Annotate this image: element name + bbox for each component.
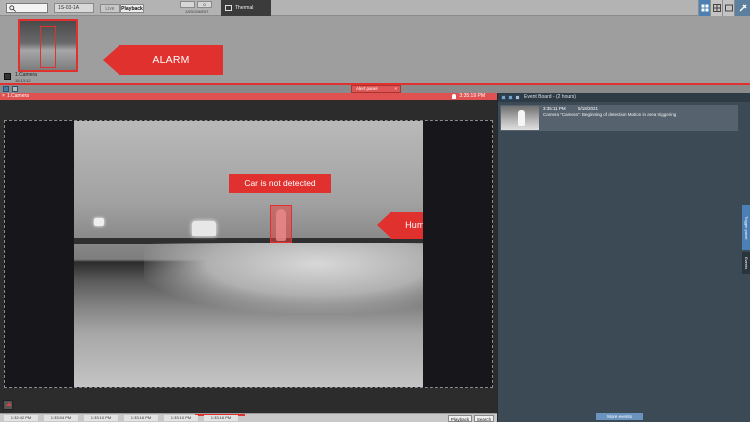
filter-icon[interactable] [515,95,520,100]
person-silhouette [518,110,525,126]
arrow-left-icon [103,45,120,75]
single-view-icon [724,4,733,12]
alert-tab-label: Alert panel [356,86,378,91]
timeline-tick: 1:33:04 PM [44,415,78,421]
panel-bar: Alert panel × [0,85,750,93]
timeline-tick: 1:33:16 PM [124,415,158,421]
timeline[interactable]: 1:32:42 PM 1:33:04 PM 1:33:10 PM 1:33:16… [0,413,497,422]
search-icon [9,5,16,12]
event-date: 5/18/2021 [578,106,599,111]
distant-vehicle [94,218,104,226]
human-detection-box[interactable] [270,205,292,243]
camera-timestamp: 3:35:19 PM [459,93,485,99]
snow-pile [144,243,423,313]
timeline-tick: 1:32:42 PM [4,415,38,421]
panel-toggle-icon[interactable] [3,86,9,92]
grid-icon [701,4,708,12]
timeline-tick: 1:33:10 PM [164,415,198,421]
single-view-button[interactable] [722,0,734,16]
assignment-label: ASSIGNMENT [185,10,209,14]
camera-icon [4,73,11,80]
timeline-tick: 1:33:16 PM [204,415,238,421]
tools-button[interactable] [734,0,750,16]
camera-title: 1.Camera [7,93,29,99]
grid-4-button[interactable] [698,0,710,16]
arrow-left-icon [377,212,391,238]
human-detected-label: Human detected [390,212,423,239]
playback-button[interactable]: Playback [448,415,472,422]
assignment-control: 0 ASSIGNMENT [180,0,214,16]
search-box[interactable] [6,3,48,13]
alarm-bell-icon[interactable] [452,94,456,99]
top-toolbar: 1S-03-1A Live Playback 0 ASSIGNMENT Ther… [0,0,750,27]
camera-header: × 1.Camera 3:35:19 PM [0,93,497,100]
event-time: 3:35:11 PM [543,106,566,111]
tab-alert-panel[interactable]: Alert panel × [351,85,401,93]
thermal-video-feed[interactable]: Car is not detected Human detected [74,121,423,387]
grid-icon[interactable] [501,95,506,100]
split-view-icon [712,4,721,12]
event-thumbnail [501,106,539,130]
event-board-title: Event Board - (2 hours) [524,94,576,100]
layout-selector[interactable]: 1S-03-1A [54,3,94,13]
alarm-callout-label: ALARM TRIGGERED [119,45,223,96]
list-icon[interactable] [508,95,513,100]
camera-close-icon[interactable]: × [2,93,5,100]
event-description: Camera "Camera": Beginning of detection … [543,112,677,117]
view-switcher [698,0,750,16]
search-input[interactable] [17,4,47,12]
tab-trigger-panel[interactable]: Trigger panel [742,205,750,250]
detection-zone [40,26,56,68]
layout-icon [225,5,232,11]
live-mode-button[interactable]: Live [100,4,120,13]
alarm-triggered-callout: ALARM TRIGGERED [103,45,223,96]
event-board-header: Event Board - (2 hours) [498,93,750,102]
more-events-button[interactable]: More events [596,413,643,420]
close-icon[interactable]: × [394,86,397,92]
search-button[interactable]: Search [474,415,494,422]
human-detected-callout: Human detected [377,212,423,239]
playback-mode-button[interactable]: Playback [120,4,144,13]
car-heat-signature [192,221,216,236]
alarm-thumbnail[interactable] [18,19,78,72]
camera-panel: × 1.Camera 3:35:19 PM Car is not detecte… [0,93,497,422]
timeline-tick: 1:33:10 PM [84,415,118,421]
event-item[interactable]: 3:35:11 PM 5/18/2021 Camera "Camera": Be… [500,105,738,131]
car-not-detected-label: Car is not detected [229,174,331,193]
tab-thermal-cameras[interactable]: Thermal Cameras [221,0,271,27]
tab-events[interactable]: Events [742,252,750,274]
grid-split-button[interactable] [710,0,722,16]
home-icon[interactable] [3,400,13,410]
panel-layout-icon[interactable] [12,86,18,92]
assignment-input-2[interactable]: 0 [197,1,212,8]
tools-icon [739,4,746,12]
event-board: Event Board - (2 hours) 3:35:11 PM 5/18/… [497,93,750,422]
assignment-input-1[interactable] [180,1,195,8]
alarm-strip: 1.Camera 15:13:12 ALARM TRIGGERED [0,16,750,96]
